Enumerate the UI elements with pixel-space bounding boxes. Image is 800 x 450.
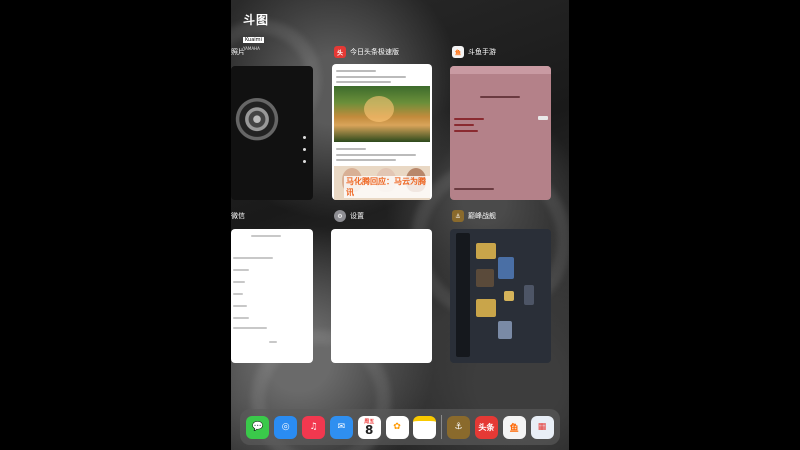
photos-icon[interactable]: ✿ bbox=[385, 415, 409, 439]
card-title-label: 斗鱼手游 bbox=[468, 48, 496, 56]
game-tile bbox=[524, 285, 534, 305]
photo-control-dot bbox=[303, 148, 306, 151]
game-tile bbox=[504, 291, 514, 301]
mail-icon[interactable]: ✉ bbox=[329, 415, 353, 439]
card-title-label: 照片 bbox=[231, 48, 245, 56]
game-tile bbox=[498, 321, 512, 339]
text-line bbox=[336, 76, 406, 78]
card-title-photos: 照片 bbox=[231, 47, 245, 57]
text-line bbox=[480, 96, 520, 98]
text-line bbox=[336, 159, 396, 161]
text-line bbox=[336, 154, 416, 156]
game-tile bbox=[476, 243, 496, 259]
text-line bbox=[233, 317, 249, 319]
dock: 💬 ◎ ♫ ✉ 周五 8 ✿ ⚓ 头条 鱼 ▦ bbox=[240, 409, 560, 445]
game-sidebar bbox=[456, 233, 470, 357]
watermark-text: 斗图 bbox=[243, 13, 270, 27]
text-line bbox=[454, 130, 478, 132]
app-card-settings[interactable] bbox=[331, 229, 432, 363]
text-line bbox=[233, 293, 243, 295]
photo-control-dot bbox=[303, 160, 306, 163]
news-image: 马化腾回应：马云为腾讯 bbox=[334, 166, 430, 200]
app-card-photos[interactable] bbox=[231, 66, 313, 200]
toutiao-icon: 头 bbox=[334, 46, 346, 58]
text-line bbox=[269, 341, 277, 343]
game-recent-icon[interactable]: ⚓ bbox=[447, 415, 471, 439]
text-line bbox=[454, 124, 474, 126]
app-card-douyu[interactable] bbox=[450, 66, 551, 200]
game-tile bbox=[476, 299, 496, 317]
close-button bbox=[538, 116, 548, 120]
douyu-icon: 鱼 bbox=[452, 46, 464, 58]
messages-icon[interactable]: 💬 bbox=[246, 415, 270, 439]
text-line bbox=[233, 257, 273, 259]
card-title-douyu: 鱼 斗鱼手游 bbox=[452, 46, 496, 58]
app-card-game[interactable] bbox=[450, 229, 551, 363]
text-line bbox=[233, 305, 247, 307]
card-title-label: 微信 bbox=[231, 212, 245, 220]
multitask-icon[interactable]: ▦ bbox=[530, 415, 554, 439]
text-line bbox=[251, 235, 281, 237]
notes-icon[interactable] bbox=[413, 415, 437, 439]
card-title-wechat: 微信 bbox=[231, 211, 245, 221]
card-title-label: 巅峰战舰 bbox=[468, 212, 496, 220]
watermark-sub: YAMAHA bbox=[243, 46, 260, 51]
calendar-day-number: 8 bbox=[365, 422, 374, 437]
game-icon: ⚓ bbox=[452, 210, 464, 222]
text-line bbox=[233, 269, 249, 271]
text-line bbox=[336, 70, 376, 72]
text-line bbox=[233, 327, 267, 329]
game-tile bbox=[476, 269, 494, 287]
app-switcher-screen: 斗图 Kuaimi YAMAHA 照片 头 今日头条极速版 鱼 斗鱼手游 微信 … bbox=[231, 0, 569, 450]
status-bar bbox=[450, 66, 551, 74]
text-line bbox=[336, 81, 391, 83]
douyu-recent-icon[interactable]: 鱼 bbox=[502, 415, 526, 439]
card-title-game: ⚓ 巅峰战舰 bbox=[452, 210, 496, 222]
news-caption: 马化腾回应：马云为腾讯 bbox=[344, 176, 430, 198]
watermark-logo: 斗图 Kuaimi YAMAHA bbox=[243, 14, 269, 51]
card-title-toutiao: 头 今日头条极速版 bbox=[334, 46, 399, 58]
app-card-toutiao[interactable]: 马化腾回应：马云为腾讯 bbox=[332, 64, 432, 200]
toutiao-recent-label: 头条 bbox=[478, 422, 495, 432]
music-icon[interactable]: ♫ bbox=[302, 415, 326, 439]
photo-control-dot bbox=[303, 136, 306, 139]
gear-icon: ⚙ bbox=[334, 210, 346, 222]
safari-icon[interactable]: ◎ bbox=[274, 415, 298, 439]
photo-preview bbox=[233, 76, 281, 172]
card-title-settings: ⚙ 设置 bbox=[334, 210, 364, 222]
card-title-label: 设置 bbox=[350, 212, 364, 220]
text-line bbox=[454, 188, 494, 190]
toutiao-recent-icon[interactable]: 头条 bbox=[474, 415, 498, 439]
dock-separator bbox=[441, 415, 443, 439]
text-line bbox=[454, 118, 484, 120]
watermark-tag: Kuaimi bbox=[243, 37, 264, 43]
text-line bbox=[336, 148, 366, 150]
calendar-icon[interactable]: 周五 8 bbox=[357, 415, 381, 439]
text-line bbox=[233, 281, 245, 283]
app-card-wechat[interactable] bbox=[231, 229, 313, 363]
news-image bbox=[334, 86, 430, 142]
card-title-label: 今日头条极速版 bbox=[350, 48, 399, 56]
game-tile bbox=[498, 257, 514, 279]
